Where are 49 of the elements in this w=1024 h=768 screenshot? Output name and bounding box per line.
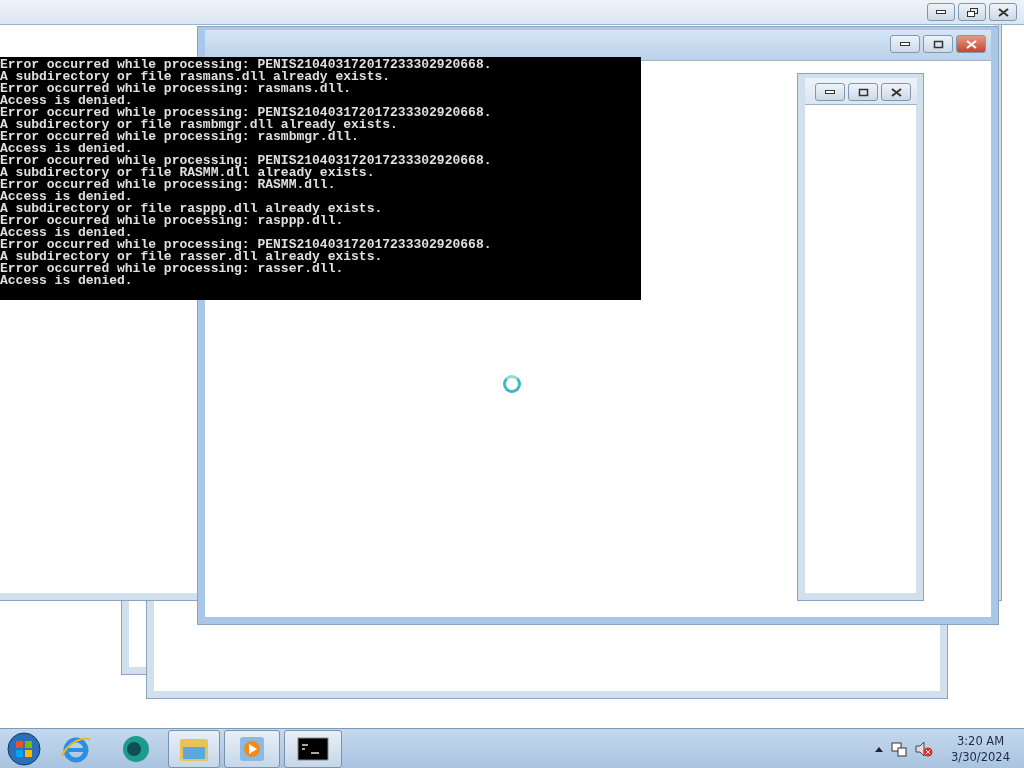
minimize-icon [825, 90, 835, 94]
command-prompt-icon [297, 736, 329, 761]
console-line: Access is denied. [0, 143, 133, 155]
console-line: Error occurred while processing: PENIS210403172017233302920668. [0, 155, 493, 167]
close-icon [965, 39, 977, 49]
console-line: Error occurred while processing: rasppp.dll. [0, 215, 345, 227]
restore-icon [966, 7, 978, 17]
close-button[interactable] [989, 3, 1017, 21]
close-icon [890, 87, 902, 97]
console-line: Access is denied. [0, 191, 134, 203]
taskbar-button[interactable] [4, 729, 44, 768]
maximize-button[interactable] [923, 35, 953, 53]
console-line: A subdirectory or file rasmbmgr.dll already exists. [0, 119, 399, 131]
start-orb-icon [6, 730, 42, 767]
minimize-icon [936, 10, 946, 14]
taskbar-button[interactable] [284, 729, 342, 768]
console-line: Error occurred while processing: rasser.dll. [0, 263, 345, 275]
network-icon [891, 740, 908, 757]
maximize-icon [857, 87, 869, 97]
console-line: A subdirectory or file rasser.dll already exists. [0, 251, 384, 263]
minimize-button[interactable] [890, 35, 920, 53]
console-line: Access is denied. [0, 227, 133, 239]
app-icon [120, 733, 152, 764]
maximize-icon [932, 39, 944, 49]
volume-muted-icon [915, 740, 934, 757]
console-line: A subdirectory or file rasmans.dll already exists. [0, 71, 392, 83]
minimize-icon [900, 42, 910, 46]
console-line: Error occurred while processing: rasmbmgr.dll. [0, 131, 360, 143]
clock-date: 3/30/2024 [951, 748, 1010, 765]
console-line: Access is denied. [0, 275, 134, 287]
console-line: Error occurred while processing: RASMM.dll. [0, 179, 337, 191]
console-line: Error occurred while processing: PENIS210403172017233302920668. [0, 59, 493, 71]
minimize-button[interactable] [815, 83, 845, 101]
console-line: Error occurred while processing: PENIS210403172017233302920668. [0, 239, 493, 251]
close-icon [997, 7, 1009, 17]
maximize-button[interactable] [958, 3, 986, 21]
clock-time: 3:20 AM [956, 732, 1005, 749]
close-button[interactable] [881, 83, 911, 101]
minimize-button[interactable] [927, 3, 955, 21]
close-button[interactable] [956, 35, 986, 53]
media-player-icon [238, 734, 266, 763]
console-line: Error occurred while processing: rasmans.dll. [0, 83, 353, 95]
console-line: A subdirectory or file RASMM.dll already exists. [0, 167, 376, 179]
console-line: Access is denied. [0, 95, 133, 107]
maximize-button[interactable] [848, 83, 878, 101]
console-line: Error occurred while processing: PENIS210403172017233302920668. [0, 107, 493, 119]
busy-spinner-icon [503, 375, 521, 393]
caret-icon [875, 745, 884, 752]
console-line: A subdirectory or file rasppp.dll already exists. [0, 203, 384, 215]
